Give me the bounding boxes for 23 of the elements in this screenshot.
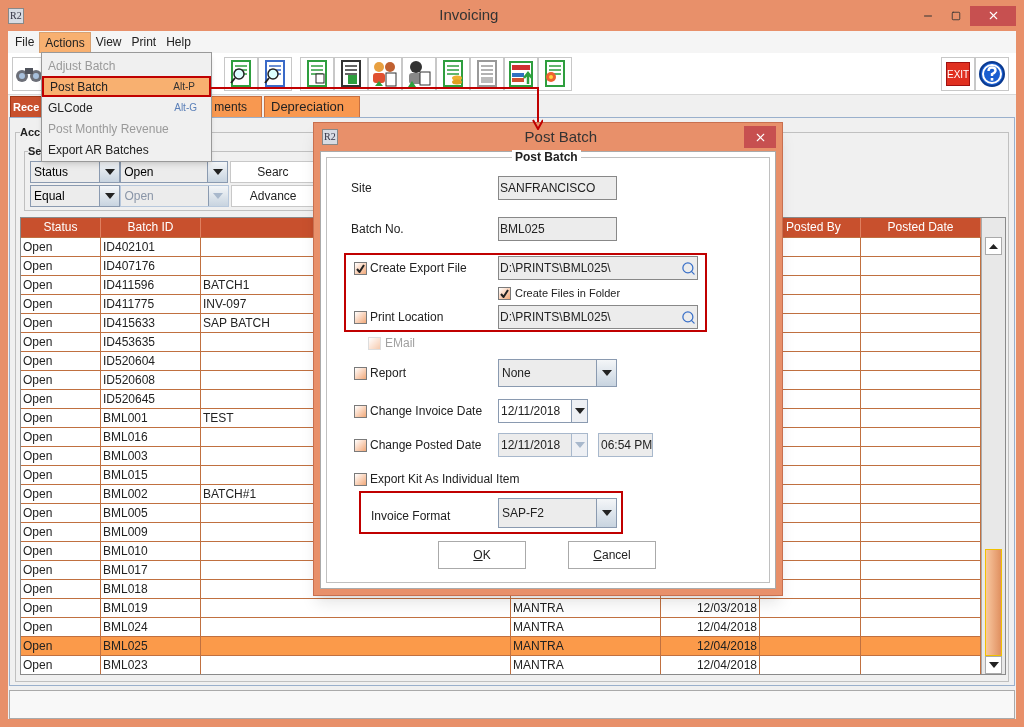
checkbox-label: Report [370, 365, 408, 382]
app-logo: R2 [8, 7, 24, 24]
checkbox-label: Change Posted Date [370, 437, 483, 454]
group-title: Se [28, 144, 42, 158]
checkbox-label: Create Files in Folder [515, 285, 621, 301]
table-cell: 12/04/2018 [661, 656, 760, 674]
window-title: Invoicing [438, 5, 500, 26]
group-title: Post Batch [512, 150, 581, 164]
table-cell: Open [21, 656, 101, 674]
field-label: Invoice Format [371, 507, 452, 525]
site-field: SANFRANCISCO [498, 176, 617, 200]
field-label: Site [351, 180, 373, 197]
app-logo: R2 [322, 129, 338, 145]
table-cell: MANTRA [511, 656, 661, 674]
group-title: Acc [20, 125, 41, 139]
shortcut-label: Alt-P [173, 80, 195, 94]
table-cell: BML023 [101, 656, 201, 674]
batch-field: BML025 [498, 217, 617, 241]
shortcut-label: Alt-G [174, 101, 197, 115]
checkbox-label: EMail [385, 335, 415, 352]
dialog-title: Post Batch [523, 126, 599, 147]
checkbox-label: Create Export File [370, 260, 468, 277]
field-label: Batch No. [351, 221, 405, 238]
